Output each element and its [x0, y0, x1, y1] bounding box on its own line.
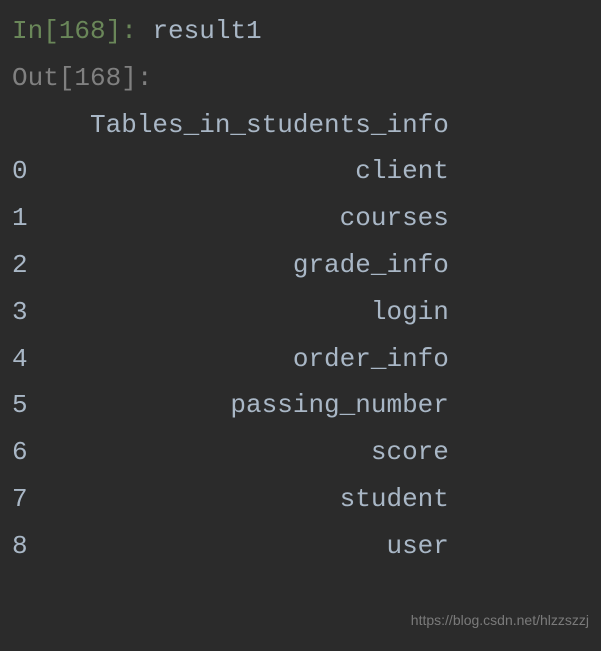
out-exec-count: 168 — [74, 63, 121, 93]
dataframe-output: Tables_in_students_info 0 client1 course… — [12, 102, 589, 570]
in-prompt-prefix: In[ — [12, 16, 59, 46]
table-row: 2 grade_info — [12, 242, 589, 289]
table-row: 6 score — [12, 429, 589, 476]
table-row: 3 login — [12, 289, 589, 336]
out-prompt-prefix: Out[ — [12, 63, 74, 93]
output-prompt-line: Out[168]: — [12, 55, 589, 102]
in-prompt-suffix: ]: — [106, 16, 153, 46]
table-row: 1 courses — [12, 195, 589, 242]
table-row: 0 client — [12, 148, 589, 195]
in-exec-count: 168 — [59, 16, 106, 46]
table-row: 7 student — [12, 476, 589, 523]
input-code: result1 — [152, 16, 261, 46]
input-line: In[168]: result1 — [12, 8, 589, 55]
table-row: 8 user — [12, 523, 589, 570]
table-header-row: Tables_in_students_info — [12, 102, 589, 149]
table-row: 5 passing_number — [12, 382, 589, 429]
table-row: 4 order_info — [12, 336, 589, 383]
out-prompt-suffix: ]: — [121, 63, 152, 93]
watermark-text: https://blog.csdn.net/hlzzszzj — [411, 608, 589, 633]
